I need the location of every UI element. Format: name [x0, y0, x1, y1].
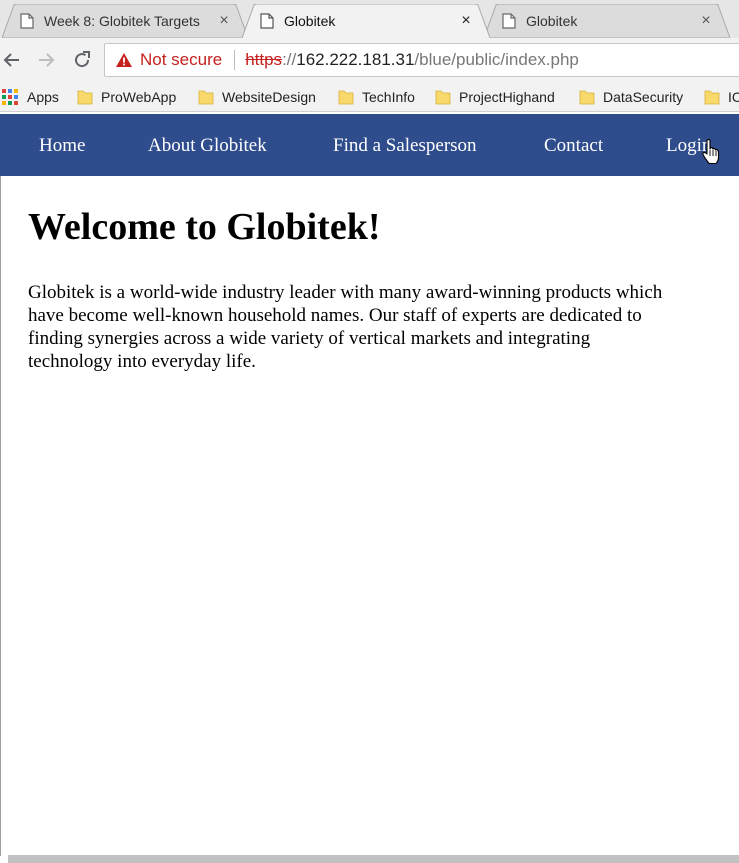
bookmark-apps[interactable]: Apps — [2, 86, 59, 108]
tab-title: Week 8: Globitek Targets — [44, 13, 200, 29]
not-secure-label[interactable]: Not secure — [140, 50, 222, 70]
page-title: Welcome to Globitek! — [28, 206, 381, 248]
close-icon[interactable]: × — [216, 12, 232, 29]
tab-globitek-2[interactable]: Globitek × — [484, 4, 730, 38]
omnibox-separator — [234, 50, 236, 70]
horizontal-scrollbar[interactable] — [8, 855, 739, 863]
bookmarks-bar: Apps ProWebApp WebsiteDesign TechInfo Pr… — [0, 82, 739, 112]
url-path: /blue/public/index.php — [414, 50, 579, 69]
bookmark-ic[interactable]: IC — [704, 86, 739, 108]
bookmark-label: DataSecurity — [603, 89, 684, 105]
apps-grid-icon — [2, 89, 18, 105]
folder-icon — [435, 90, 451, 105]
address-bar[interactable]: Not secure https://162.222.181.31/blue/p… — [104, 43, 739, 77]
back-button[interactable] — [0, 48, 24, 72]
forward-button[interactable] — [34, 48, 58, 72]
window-left-border — [0, 176, 1, 856]
document-icon — [502, 13, 516, 29]
site-nav-bar: Home About Globitek Find a Salesperson C… — [0, 114, 739, 176]
warning-icon — [116, 53, 132, 67]
bookmark-prowebapp[interactable]: ProWebApp — [77, 86, 176, 108]
tab-globitek-active[interactable]: Globitek × — [242, 4, 490, 38]
reload-icon — [75, 51, 90, 68]
hand-cursor-icon — [702, 139, 720, 165]
bookmark-projecthighand[interactable]: ProjectHighand — [435, 86, 555, 108]
nav-link-find-salesperson[interactable]: Find a Salesperson — [333, 114, 477, 176]
folder-icon — [77, 90, 93, 105]
nav-link-contact[interactable]: Contact — [544, 114, 603, 176]
arrow-left-icon — [3, 53, 19, 67]
folder-icon — [338, 90, 354, 105]
reload-button[interactable] — [70, 48, 94, 72]
tab-title: Globitek — [526, 13, 578, 29]
arrow-right-icon — [39, 53, 55, 67]
bookmark-label: WebsiteDesign — [222, 89, 316, 105]
url-host: 162.222.181.31 — [296, 50, 415, 69]
tab-strip: Week 8: Globitek Targets × Globitek × Gl… — [0, 0, 739, 38]
bookmark-label: ProWebApp — [101, 89, 177, 105]
bookmark-label: TechInfo — [362, 89, 415, 105]
tab-title: Globitek — [284, 13, 336, 29]
bookmark-label: Apps — [27, 89, 59, 105]
nav-link-home[interactable]: Home — [39, 114, 85, 176]
url-scheme-separator: :// — [282, 50, 297, 69]
bookmark-label: ProjectHighand — [459, 89, 555, 105]
folder-icon — [704, 90, 720, 105]
intro-paragraph: Globitek is a world-wide industry leader… — [28, 282, 663, 372]
tab-week8-globitek-targets[interactable]: Week 8: Globitek Targets × — [2, 4, 248, 38]
close-icon[interactable]: × — [698, 12, 714, 29]
browser-toolbar: Not secure https://162.222.181.31/blue/p… — [0, 38, 739, 82]
folder-icon — [198, 90, 214, 105]
folder-icon — [579, 90, 595, 105]
nav-link-about[interactable]: About Globitek — [148, 114, 267, 176]
bookmark-datasecurity[interactable]: DataSecurity — [579, 86, 683, 108]
bookmark-label: IC — [728, 89, 739, 105]
bookmark-techinfo[interactable]: TechInfo — [338, 86, 415, 108]
bookmark-websitedesign[interactable]: WebsiteDesign — [198, 86, 316, 108]
url-scheme: https — [245, 50, 283, 69]
page-content: Welcome to Globitek! Globitek is a world… — [28, 176, 668, 373]
close-icon[interactable]: × — [458, 12, 474, 29]
document-icon — [20, 13, 34, 29]
document-icon — [260, 13, 274, 29]
